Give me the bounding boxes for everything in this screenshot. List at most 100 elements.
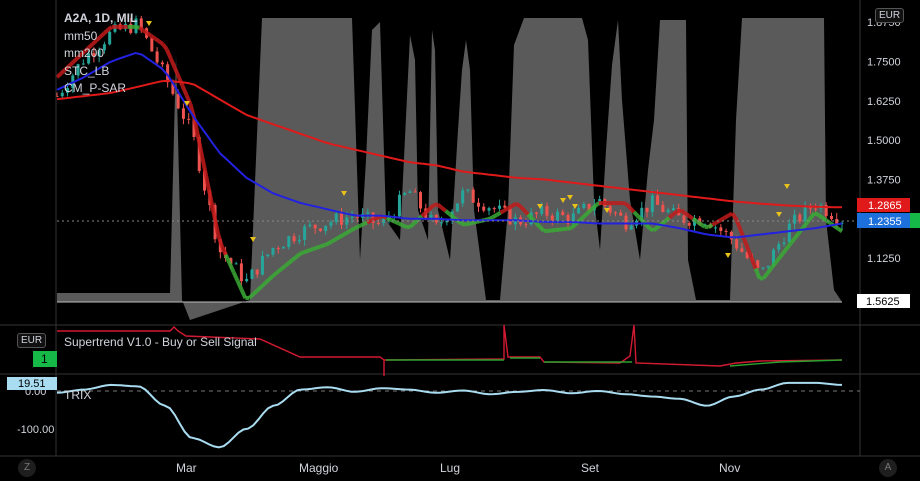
supertrend-segment <box>401 223 408 229</box>
candle-body <box>413 191 417 193</box>
candle-body <box>176 93 180 109</box>
zoom-reset-button[interactable]: Z <box>18 459 36 477</box>
supertrend-segment <box>346 228 353 235</box>
supertrend-segment <box>664 216 671 223</box>
supertrend-segment <box>358 222 364 228</box>
candle-body <box>534 212 538 214</box>
candle-body <box>524 224 528 226</box>
x-label-lug: Lug <box>440 461 460 475</box>
supertrend-segment <box>330 237 337 244</box>
supertrend-title: Supertrend V1.0 - Buy or Sell Signal <box>64 335 257 349</box>
supertrend-segment <box>436 202 443 210</box>
candle-body <box>787 223 791 243</box>
supertrend-segment <box>424 207 432 214</box>
candle-body <box>829 216 833 220</box>
candle-body <box>181 108 185 119</box>
supertrend-segment <box>354 224 361 230</box>
trix-title: TRIX <box>64 388 92 402</box>
candle-body <box>482 206 486 211</box>
supertrend-segment <box>303 248 309 254</box>
candle-body <box>476 202 480 207</box>
candle-body <box>355 216 359 218</box>
supertrend-segment <box>146 31 153 38</box>
supertrend-segment <box>267 274 275 282</box>
legend-item-psar[interactable]: CM_P-SAR <box>64 80 137 98</box>
candle-body <box>429 214 433 219</box>
supertrend-segment <box>251 289 259 296</box>
auto-scale-button[interactable]: A <box>879 459 897 477</box>
candle-body <box>250 269 254 279</box>
supertrend-value: 1 <box>41 352 48 366</box>
candle-body <box>308 224 312 227</box>
supertrend-segment <box>299 250 305 256</box>
supertrend-segment <box>393 219 400 226</box>
supertrend-segment <box>632 210 640 218</box>
supertrend-segment <box>515 201 522 208</box>
candle-body <box>271 247 275 255</box>
candle-body <box>466 189 470 191</box>
candle-body <box>287 236 291 247</box>
supertrend-segment <box>350 226 357 232</box>
candle-body <box>682 215 686 223</box>
candle-body <box>282 246 286 249</box>
candle-body <box>234 263 238 265</box>
supertrend-segment <box>323 241 329 248</box>
supertrend-segment <box>593 201 600 208</box>
x-label-maggio: Maggio <box>299 461 339 475</box>
candle-body <box>471 189 475 203</box>
supertrend-segment <box>628 206 636 214</box>
y-tick-label: 1.5000 <box>867 135 901 147</box>
symbol-title: A2A, 1D, MIL <box>64 11 138 25</box>
supertrend-segment <box>142 28 149 35</box>
candle-body <box>150 37 154 52</box>
supertrend-segment <box>668 212 675 220</box>
price-label-white-text: 1.5625 <box>866 296 900 308</box>
trix-tick-neg100: -100.00 <box>17 424 54 436</box>
supertrend-segment <box>440 206 447 213</box>
legend-item-mm200[interactable]: mm200 <box>64 45 137 63</box>
y-tick-label: 1.7500 <box>867 56 901 68</box>
supertrend-segment <box>275 268 282 275</box>
candle-body <box>260 256 264 275</box>
candle-body <box>292 236 296 242</box>
y-tick-label: 1.1250 <box>867 253 901 265</box>
x-label-nov: Nov <box>719 461 740 475</box>
supertrend-segment <box>813 211 820 217</box>
supertrend-segment <box>624 202 632 210</box>
candle-body <box>297 239 301 242</box>
candle-body <box>160 62 164 65</box>
supertrend-segment <box>460 221 466 227</box>
candle-body <box>619 212 623 216</box>
chart-canvas[interactable]: 1.87501.75001.62501.50001.37501.25001.12… <box>0 0 920 481</box>
supertrend-segment <box>153 37 161 44</box>
candle-body <box>350 216 354 218</box>
supertrend-segment <box>370 217 376 223</box>
supertrend-segment <box>283 261 290 268</box>
supertrend-segment <box>644 222 652 230</box>
supertrend-segment <box>821 216 828 223</box>
candle-body <box>403 193 407 195</box>
supertrend-segment <box>374 215 380 221</box>
supertrend-segment <box>723 213 730 220</box>
supertrend-segment <box>636 214 644 222</box>
supertrend-segment <box>433 202 439 208</box>
candle-body <box>761 267 765 269</box>
supertrend-segment <box>585 208 593 216</box>
candle-body <box>714 227 718 229</box>
candle-body <box>550 215 554 221</box>
supertrend-segment <box>444 209 451 216</box>
supertrend-segment <box>255 285 263 293</box>
legend-item-stc[interactable]: STC_LB <box>64 63 137 81</box>
currency-button[interactable]: EUR <box>875 8 905 23</box>
candle-body <box>645 207 649 213</box>
supertrend-segment <box>833 224 840 231</box>
legend-item-mm50[interactable]: mm50 <box>64 28 137 46</box>
supertrend-segment <box>315 244 321 250</box>
supertrend-segment <box>311 246 317 252</box>
candle-body <box>245 278 249 282</box>
candle-body <box>492 208 496 210</box>
supertrend-segment <box>271 271 279 278</box>
supertrend-segment <box>503 206 510 213</box>
candle-body <box>239 263 243 282</box>
candle-body <box>276 247 280 249</box>
